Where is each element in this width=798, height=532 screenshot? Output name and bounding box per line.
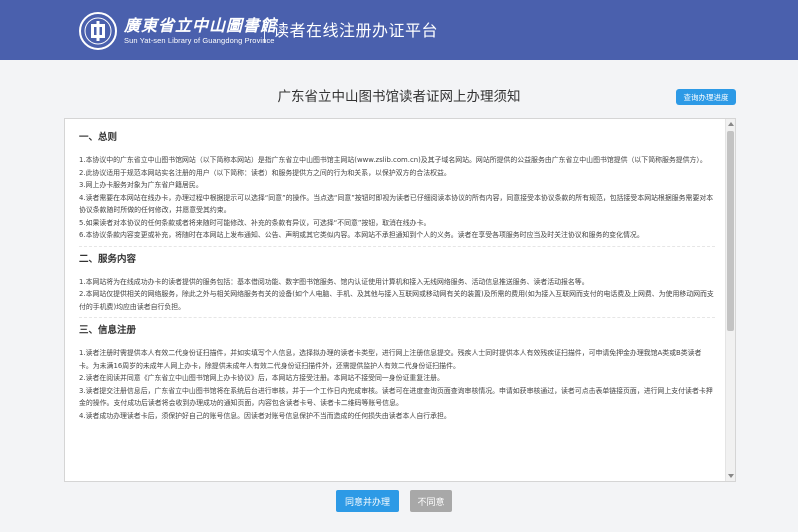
platform-title: 读者在线注册办证平台 [273,21,439,40]
agreement-paragraph: 3.网上办卡服务对象为广东省户籍居民。 [79,181,203,189]
section-divider [79,317,715,318]
section-divider [79,245,715,247]
vertical-scrollbar[interactable] [725,119,735,481]
agreement-paragraph: 4.读者需要在本网站在线办卡，办理过程中根据提示可以选择“同意”的操作。当点选“… [79,193,714,215]
agreement-paragraph: 2.本网站仅提供相关的网络服务，除此之外与相关网络服务有关的设备(如个人电脑、手… [79,290,714,311]
agreement-paragraph: 6.本协议条款内容变更或补充，将随时在本网站上发布通知、公告、声明或其它类似内容… [79,231,644,239]
section-title: 一、总则 [79,132,118,143]
agreement-paragraph: 3.读者提交注册信息后，广东省立中山图书馆将在系统后台进行审核，并于一个工作日内… [79,386,713,408]
section-title: 三、信息注册 [79,325,137,336]
scrollbar-thumb[interactable] [727,131,734,331]
header-divider [264,20,265,43]
library-emblem-icon [78,11,118,51]
agreement-paragraph: 1.本协议中的广东省立中山图书馆网站（以下简称本网站）是指广东省立中山图书馆主网… [79,156,707,164]
library-logo[interactable]: 廣東省立中山圖書館 Sun Yat-sen Library of Guangdo… [78,11,277,51]
agree-and-apply-button[interactable]: 同意并办理 [336,490,399,512]
scroll-down-arrow-icon[interactable] [728,474,734,478]
query-progress-button[interactable]: 查询办理进度 [676,89,736,105]
section-title: 二、服务内容 [79,253,137,265]
logo-english-name: Sun Yat-sen Library of Guangdong Provinc… [124,36,275,45]
agreement-paragraph: 5.如果读者对本协议的任何条款或者将来随时可能修改、补充的条款有异议，可选择“不… [79,218,431,227]
agreement-paragraph: 4.读者成功办理读者卡后，须保护好自己的账号信息。因读者对账号信息保护不当而造成… [79,411,451,420]
scroll-up-arrow-icon[interactable] [728,122,734,126]
agreement-paragraph: 2.读者在阅读并同意《广东省立中山图书馆网上办卡协议》后，本网站方接受注册。本网… [79,374,444,382]
disagree-button[interactable]: 不同意 [410,490,452,512]
agreement-paragraph: 2.此协议适用于规范本网站实名注册的用户（以下简称：读者）和服务提供方之间的行为… [79,168,451,177]
agreement-content-box[interactable]: 一、总则 1.本协议中的广东省立中山图书馆网站（以下简称本网站）是指广东省立中山… [64,118,736,482]
header-bar: 廣東省立中山圖書館 Sun Yat-sen Library of Guangdo… [0,0,798,60]
agreement-paragraph: 1.本网站将为在线成功办卡的读者提供的服务包括：基本借阅功能、数字图书馆服务、馆… [79,277,589,286]
logo-chinese-name: 廣東省立中山圖書館 [124,16,278,35]
agreement-paragraph: 1.读者注册时需提供本人有效二代身份证扫描件，并如实填写个人信息，选择拟办理的读… [79,349,702,370]
agreement-scroll-area[interactable]: 一、总则 1.本协议中的广东省立中山图书馆网站（以下简称本网站）是指广东省立中山… [65,119,725,481]
